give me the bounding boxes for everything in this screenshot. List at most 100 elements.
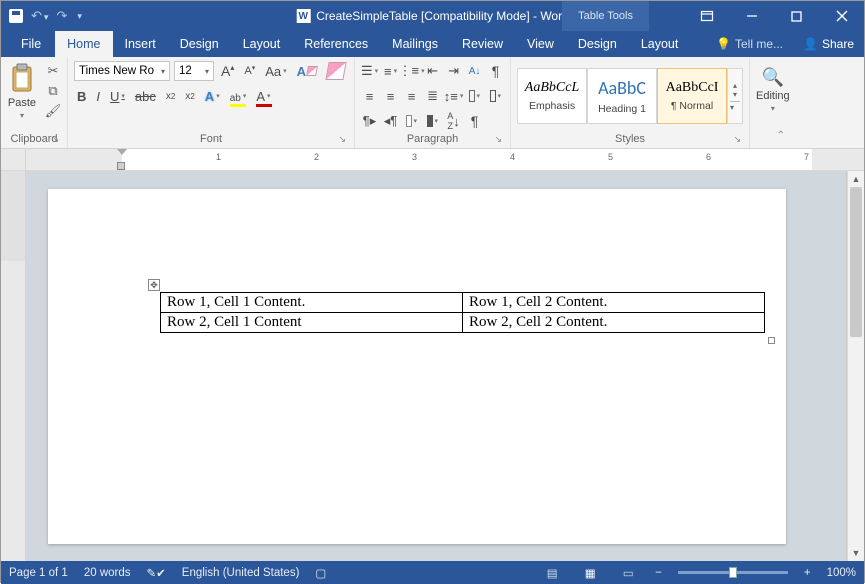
- decrease-indent-button[interactable]: ⇤: [424, 61, 441, 81]
- zoom-slider[interactable]: [678, 571, 788, 574]
- font-name-combo[interactable]: Times New Ro▾: [74, 61, 170, 81]
- page-indicator[interactable]: Page 1 of 1: [9, 567, 68, 579]
- ltr-button[interactable]: ¶▸: [361, 111, 378, 131]
- scroll-down-button[interactable]: ▼: [848, 545, 864, 561]
- clipboard-launcher[interactable]: ↘: [51, 134, 59, 145]
- tab-mailings[interactable]: Mailings: [380, 31, 450, 57]
- align-right-button[interactable]: ≡: [403, 86, 420, 106]
- table-cell[interactable]: Row 2, Cell 2 Content.: [463, 313, 765, 333]
- table-resize-handle[interactable]: [768, 337, 775, 344]
- style-normal[interactable]: AaBbCcI ¶ Normal: [657, 68, 727, 124]
- share-button[interactable]: 👤 Share: [793, 31, 864, 57]
- font-size-combo[interactable]: 12▾: [174, 61, 214, 81]
- align-left-button[interactable]: ≡: [361, 86, 378, 106]
- table-move-handle[interactable]: ✥: [148, 279, 160, 291]
- qat-customize-caret[interactable]: ▾: [77, 11, 82, 22]
- border-style-button[interactable]: ▾: [424, 111, 441, 131]
- format-painter-button[interactable]: 🖌: [45, 103, 61, 119]
- bullets-button[interactable]: ☰▾: [361, 61, 378, 81]
- borders-button[interactable]: ▾: [487, 86, 504, 106]
- table-cell[interactable]: Row 2, Cell 1 Content: [161, 313, 463, 333]
- ribbon-display-options[interactable]: [684, 1, 729, 31]
- vertical-ruler[interactable]: [1, 171, 26, 561]
- eraser-icon[interactable]: [324, 61, 348, 81]
- redo-button[interactable]: ↷: [56, 8, 67, 24]
- tab-tabletools-layout[interactable]: Layout: [629, 31, 691, 57]
- macro-record-icon[interactable]: ▢: [315, 566, 326, 580]
- undo-button[interactable]: ↶▾: [31, 8, 48, 24]
- highlight-button[interactable]: ab▾: [227, 86, 250, 106]
- tab-review[interactable]: Review: [450, 31, 515, 57]
- zoom-slider-knob[interactable]: [729, 567, 737, 578]
- change-case-button[interactable]: Aa▾: [262, 61, 289, 81]
- style-heading1[interactable]: AaBbC Heading 1: [587, 68, 657, 124]
- shading-button[interactable]: ▾: [466, 86, 483, 106]
- save-icon[interactable]: [9, 9, 23, 23]
- maximize-button[interactable]: [774, 1, 819, 31]
- read-mode-button[interactable]: ▤: [541, 564, 563, 582]
- collapse-ribbon-button[interactable]: ⌃: [777, 130, 791, 144]
- page[interactable]: ✥ Row 1, Cell 1 Content. Row 1, Cell 2 C…: [48, 189, 786, 544]
- grow-font-button[interactable]: A▴: [218, 61, 237, 81]
- tab-insert[interactable]: Insert: [113, 31, 168, 57]
- web-layout-button[interactable]: ▭: [617, 564, 639, 582]
- increase-indent-button[interactable]: ⇥: [445, 61, 462, 81]
- justify-button[interactable]: ≣: [424, 86, 441, 106]
- clear-formatting-button[interactable]: A: [294, 61, 320, 81]
- editing-dropdown-caret[interactable]: ▾: [771, 104, 775, 113]
- shading-cell-button[interactable]: ▾: [403, 111, 420, 131]
- zoom-in-button[interactable]: +: [804, 567, 811, 579]
- paste-button[interactable]: [7, 61, 37, 95]
- font-color-button[interactable]: A▾: [253, 86, 273, 106]
- numbering-button[interactable]: ≡▾: [382, 61, 399, 81]
- superscript-button[interactable]: x2: [182, 86, 197, 106]
- close-button[interactable]: [819, 1, 864, 31]
- tell-me-search[interactable]: 💡 Tell me...: [706, 31, 793, 57]
- show-marks-button[interactable]: ¶: [487, 61, 504, 81]
- tab-references[interactable]: References: [292, 31, 380, 57]
- first-line-indent-marker[interactable]: [117, 149, 127, 155]
- horizontal-ruler[interactable]: 1 2 3 4 5 6 7: [1, 149, 864, 171]
- table-cell[interactable]: Row 1, Cell 2 Content.: [463, 293, 765, 313]
- paste-dropdown-caret[interactable]: ▾: [20, 111, 24, 120]
- copy-button[interactable]: ⧉: [45, 83, 61, 99]
- line-spacing-button[interactable]: ↕≡▾: [445, 86, 462, 106]
- multilevel-list-button[interactable]: ⋮≡▾: [403, 61, 420, 81]
- shrink-font-button[interactable]: A▾: [241, 61, 258, 81]
- tab-design[interactable]: Design: [168, 31, 231, 57]
- pilcrow-toggle[interactable]: ¶: [466, 111, 483, 131]
- zoom-out-button[interactable]: −: [655, 567, 662, 579]
- language-indicator[interactable]: English (United States): [182, 567, 300, 579]
- styles-launcher[interactable]: ↘: [733, 134, 741, 145]
- sort-az-button[interactable]: AZ↓: [445, 111, 462, 131]
- paragraph-launcher[interactable]: ↘: [494, 134, 502, 145]
- strikethrough-button[interactable]: abc: [132, 86, 159, 106]
- find-icon[interactable]: 🔍: [762, 67, 784, 88]
- tab-view[interactable]: View: [515, 31, 566, 57]
- tab-tabletools-design[interactable]: Design: [566, 31, 629, 57]
- bold-button[interactable]: B: [74, 86, 89, 106]
- spellcheck-icon[interactable]: ✎✔: [147, 566, 166, 580]
- align-center-button[interactable]: ≡: [382, 86, 399, 106]
- vscroll-thumb[interactable]: [850, 187, 862, 337]
- sort-button[interactable]: A↓: [466, 61, 483, 81]
- table-cell[interactable]: Row 1, Cell 1 Content.: [161, 293, 463, 313]
- editing-label[interactable]: Editing: [756, 90, 790, 102]
- table-row[interactable]: Row 2, Cell 1 Content Row 2, Cell 2 Cont…: [161, 313, 765, 333]
- italic-button[interactable]: I: [93, 86, 103, 106]
- hanging-indent-marker[interactable]: [117, 162, 125, 170]
- underline-button[interactable]: U▾: [107, 86, 128, 106]
- document-table[interactable]: Row 1, Cell 1 Content. Row 1, Cell 2 Con…: [160, 292, 765, 333]
- subscript-button[interactable]: x2: [163, 86, 178, 106]
- tab-file[interactable]: File: [7, 31, 55, 57]
- tab-home[interactable]: Home: [55, 31, 112, 57]
- rtl-button[interactable]: ◂¶: [382, 111, 399, 131]
- word-count[interactable]: 20 words: [84, 567, 131, 579]
- cut-button[interactable]: ✂: [45, 63, 61, 79]
- tab-layout[interactable]: Layout: [231, 31, 293, 57]
- styles-gallery-more[interactable]: ▴▾▾: [727, 68, 743, 124]
- minimize-button[interactable]: [729, 1, 774, 31]
- font-launcher[interactable]: ↘: [338, 134, 346, 145]
- table-row[interactable]: Row 1, Cell 1 Content. Row 1, Cell 2 Con…: [161, 293, 765, 313]
- style-emphasis[interactable]: AaBbCcL Emphasis: [517, 68, 587, 124]
